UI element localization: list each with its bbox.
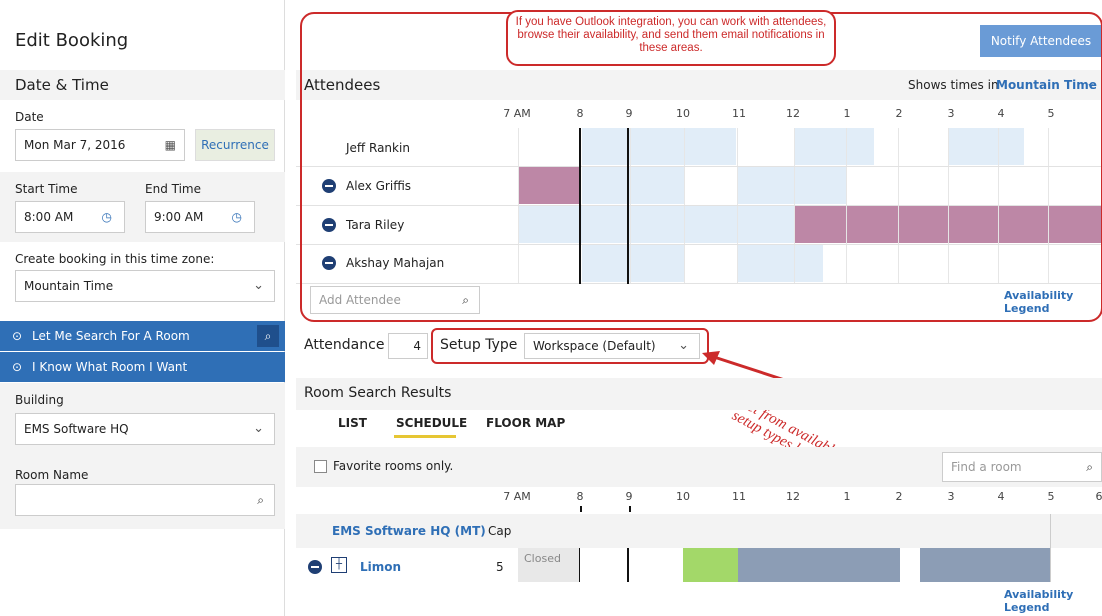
date-field[interactable]: Mon Mar 7, 2016 ▦ [15,129,185,161]
date-value: Mon Mar 7, 2016 [24,138,126,152]
left-panel: Edit Booking Date & Time Date Mon Mar 7,… [0,0,285,616]
building-link[interactable]: EMS Software HQ (MT) [332,524,486,538]
closed-label: Closed [524,552,561,565]
setup-type-label: Setup Type [440,337,518,353]
time-label: 10 [676,490,690,503]
room-link[interactable]: Limon [360,560,401,574]
results-heading: Room Search Results [304,385,452,401]
building-row: EMS Software HQ (MT) Cap [296,514,1102,548]
time-label: 9 [625,490,633,503]
know-room-label: I Know What Room I Want [32,360,188,374]
end-time-value: 9:00 AM [154,210,204,224]
setup-type-select[interactable]: Workspace (Default) ⌄ [524,333,700,359]
chevron-down-icon: ⌄ [253,421,264,436]
start-time-value: 8:00 AM [24,210,74,224]
results-header: Room Search Results [296,378,1102,410]
booked-block [738,548,900,582]
find-room-input[interactable]: Find a room ⌕ [942,452,1102,482]
start-time-field[interactable]: 8:00 AM ◷ [15,201,125,233]
room-row: Closed [296,514,1102,584]
clock-icon[interactable]: ◷ [102,202,112,232]
closed-block: Closed [518,548,580,582]
date-label: Date [15,110,44,124]
page-title: Edit Booking [15,30,129,51]
search-icon[interactable]: ⌕ [257,485,264,515]
room-name-input[interactable]: ⌕ [15,484,275,516]
time-label: 8 [576,490,584,503]
setup-type-value: Workspace (Default) [533,339,656,353]
outlook-callout: If you have Outlook integration, you can… [506,10,836,66]
favorites-checkbox[interactable] [314,460,327,473]
right-panel: Notify Attendees Attendees Shows times i… [296,0,1102,616]
end-time-field[interactable]: 9:00 AM ◷ [145,201,255,233]
chevron-down-icon: ⌄ [253,278,264,293]
time-label: 3 [947,490,955,503]
floor-plan-icon[interactable]: ┼ [331,557,347,573]
date-time-header: Date & Time [0,70,285,100]
date-time-heading: Date & Time [15,76,109,94]
calendar-icon[interactable]: ▦ [165,130,176,160]
tick-mark [629,506,631,512]
chevron-up-circle-icon: ⊙ [12,329,23,343]
start-time-label: Start Time [15,182,78,196]
timezone-label: Create booking in this time zone: [15,252,215,266]
favorites-label: Favorite rooms only. [333,459,454,473]
tab-schedule[interactable]: SCHEDULE [396,416,467,430]
tick-mark [580,506,582,512]
timezone-select[interactable]: Mountain Time ⌄ [15,270,275,302]
tab-floor-map[interactable]: FLOOR MAP [486,416,565,430]
know-room-bar[interactable]: ⊙ I Know What Room I Want [0,352,285,382]
start-marker [579,548,580,582]
time-label: 6 [1095,490,1102,503]
search-room-bar[interactable]: ⊙ Let Me Search For A Room ⌕ [0,321,285,351]
search-icon[interactable]: ⌕ [257,325,279,347]
time-label: 1 [843,490,851,503]
grid-line [1050,514,1051,582]
time-label: 12 [786,490,800,503]
building-value: EMS Software HQ [24,422,129,436]
clock-icon[interactable]: ◷ [232,202,242,232]
time-label: 4 [997,490,1005,503]
search-icon[interactable]: ⌕ [1086,453,1093,481]
attendance-label: Attendance [304,337,385,353]
search-room-label: Let Me Search For A Room [32,329,190,343]
building-label: Building [15,393,64,407]
cap-header: Cap [488,524,512,538]
timezone-value: Mountain Time [24,279,114,293]
recurrence-button[interactable]: Recurrence [195,129,275,161]
room-capacity: 5 [496,560,504,574]
time-label: 7 AM [503,490,531,503]
time-label: 11 [732,490,746,503]
time-label: 2 [895,490,903,503]
end-marker [627,548,629,582]
booked-block [920,548,1050,582]
attendance-input[interactable]: 4 [388,333,428,359]
room-name-label: Room Name [15,468,89,482]
find-room-placeholder: Find a room [951,460,1022,474]
active-tab-indicator [394,435,456,438]
chevron-down-circle-icon: ⊙ [12,360,23,374]
availability-legend-link[interactable]: Availability Legend [1004,588,1102,614]
remove-room-icon[interactable] [308,560,322,574]
tab-list[interactable]: LIST [338,416,367,430]
building-select[interactable]: EMS Software HQ ⌄ [15,413,275,445]
chevron-down-icon: ⌄ [678,338,689,353]
time-label: 5 [1047,490,1055,503]
end-time-label: End Time [145,182,201,196]
available-block[interactable] [683,548,738,582]
